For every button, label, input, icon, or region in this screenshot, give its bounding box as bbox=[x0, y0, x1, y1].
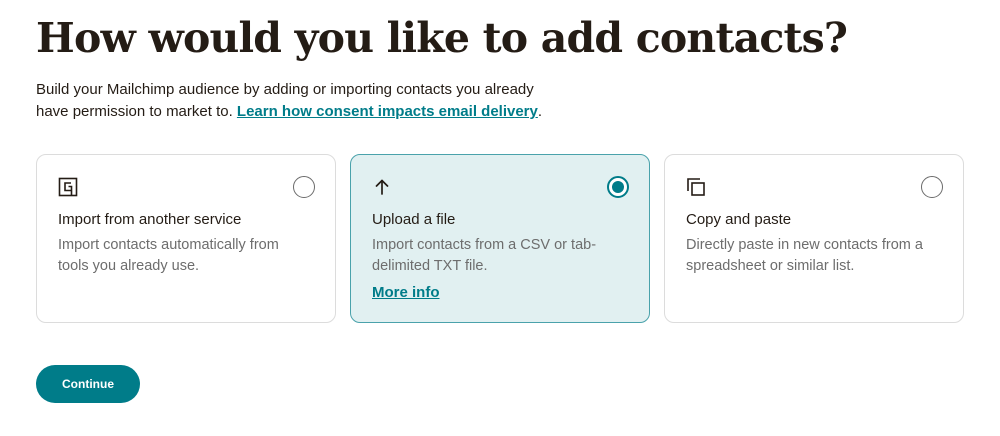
page-title: How would you like to add contacts? bbox=[36, 14, 848, 62]
option-description: Import contacts automatically from tools… bbox=[58, 237, 279, 274]
continue-button[interactable]: Continue bbox=[36, 365, 140, 403]
copy-icon bbox=[686, 177, 706, 197]
option-title: Import from another service bbox=[58, 211, 242, 228]
option-description: Directly paste in new contacts from a sp… bbox=[686, 237, 923, 274]
option-upload-file[interactable]: Upload a file Import contacts from a CSV… bbox=[350, 154, 650, 323]
option-radio[interactable] bbox=[921, 176, 943, 198]
intro-text: Build your Mailchimp audience by adding … bbox=[36, 79, 556, 123]
option-radio[interactable] bbox=[293, 176, 315, 198]
consent-link[interactable]: Learn how consent impacts email delivery bbox=[237, 103, 538, 120]
option-radio-selected[interactable] bbox=[607, 176, 629, 198]
option-title: Copy and paste bbox=[686, 211, 792, 228]
upload-arrow-icon bbox=[372, 177, 392, 197]
option-import-service[interactable]: Import from another service Import conta… bbox=[36, 154, 336, 323]
option-copy-paste[interactable]: Copy and paste Directly paste in new con… bbox=[664, 154, 964, 323]
import-service-icon bbox=[58, 177, 78, 197]
more-info-link[interactable]: More info bbox=[372, 284, 440, 301]
option-description: Import contacts from a CSV or tab-delimi… bbox=[372, 237, 597, 274]
intro-end: . bbox=[537, 103, 543, 120]
option-title: Upload a file bbox=[372, 211, 456, 228]
